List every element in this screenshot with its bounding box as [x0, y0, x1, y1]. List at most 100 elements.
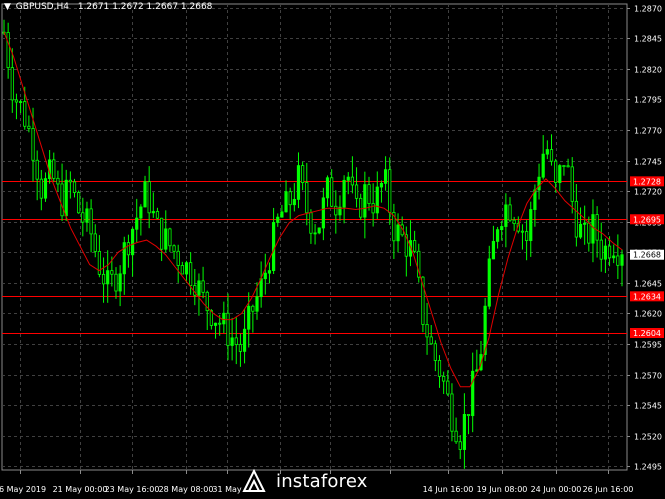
candle-body [230, 337, 234, 346]
chart-header: ▼ GBPUSD,H4 1.2671 1.2672 1.2667 1.2668 [4, 2, 212, 12]
candle-body [462, 413, 466, 450]
level-price-label: 1.2604 [633, 329, 661, 338]
y-tick-label: 1.2820 [634, 66, 662, 75]
candle-body [541, 153, 545, 178]
candle-body [31, 128, 35, 161]
x-tick-label: 19 Jun 08:00 [477, 485, 528, 494]
candle-body [23, 101, 27, 127]
candle-body [562, 165, 566, 167]
candle-body [425, 324, 429, 338]
candle-body [164, 228, 168, 250]
x-tick-label: 14 Jun 16:00 [423, 485, 474, 494]
candle-body [27, 125, 31, 129]
candle-body [180, 265, 184, 275]
candle-body [305, 182, 309, 214]
candle-body [595, 214, 599, 241]
candle-body [77, 192, 81, 214]
candle-body [491, 240, 496, 260]
candle-body [313, 232, 317, 235]
candle-body [147, 181, 151, 214]
candle-body [558, 165, 562, 183]
candle-body [242, 328, 247, 352]
candle-body [437, 360, 442, 377]
candle-body [172, 245, 176, 252]
candle-body [616, 255, 620, 266]
y-tick-label: 1.2870 [634, 5, 662, 14]
candle-body [64, 179, 68, 217]
x-tick-label: 23 May 16:00 [105, 485, 160, 494]
candle-body [189, 262, 193, 287]
x-tick-label: 28 May 08:00 [159, 485, 214, 494]
candle-body [396, 224, 400, 242]
candle-body [500, 226, 504, 231]
candle-body [520, 230, 525, 233]
candle-body [325, 177, 330, 199]
candle-body [620, 254, 624, 266]
instaforex-logo-icon [242, 468, 266, 492]
candle-body [429, 336, 433, 345]
candle-body [379, 182, 384, 188]
y-tick-label: 1.2520 [634, 433, 662, 442]
horizontal-levels [2, 181, 627, 334]
candle-body [271, 222, 276, 271]
candle-body [81, 212, 85, 223]
candle-body [388, 169, 392, 213]
x-tick-label: 31 May [212, 485, 242, 494]
candle-body [135, 217, 139, 230]
candle-body [168, 228, 172, 247]
candle-body [587, 222, 591, 244]
candle-body [599, 239, 603, 260]
candle-body [466, 413, 471, 417]
candle-body [85, 208, 89, 223]
candle-body [371, 203, 375, 214]
candle-body [101, 273, 106, 285]
watermark-text: instaforex [276, 470, 368, 492]
candle-body [570, 166, 574, 202]
candle-body [346, 176, 350, 181]
candle-body [259, 278, 263, 298]
y-tick-label: 1.2570 [634, 372, 662, 381]
candle-body [309, 212, 313, 234]
candle-body [213, 322, 218, 326]
candle-body [504, 204, 508, 227]
candle-body [39, 178, 43, 199]
candle-body [433, 343, 437, 361]
candle-body [60, 183, 64, 217]
candle-body [263, 272, 267, 280]
candle-body [151, 211, 155, 214]
candle-body [321, 197, 325, 229]
level-price-label: 1.2695 [633, 215, 661, 224]
y-tick-label: 1.2620 [634, 310, 662, 319]
candle-body [139, 206, 143, 219]
candle-body [114, 273, 118, 292]
candle-body [35, 159, 39, 180]
candle-body [288, 191, 292, 206]
candle-body [342, 179, 346, 208]
candle-body [226, 312, 230, 346]
x-tick-label: 26 Jun 16:00 [583, 485, 634, 494]
x-tick-label: 24 Jun 00:00 [531, 485, 582, 494]
candle-body [255, 296, 259, 312]
candle-body [359, 197, 363, 218]
candle-body [56, 177, 60, 185]
level-price-label: 1.2634 [633, 292, 661, 301]
candle-body [537, 176, 541, 191]
candle-body [363, 184, 367, 218]
candle-body [18, 101, 23, 103]
candle-body [118, 273, 122, 292]
candle-body [354, 184, 359, 199]
y-tick-label: 1.2545 [634, 402, 662, 411]
candle-body [603, 245, 608, 260]
ohlc-readout: 1.2671 1.2672 1.2667 1.2668 [77, 2, 213, 12]
candle-body [607, 245, 612, 259]
price-chart[interactable]: 1.2870 1.2845 1.2820 1.2795 1.2770 1.2745 1.27… [0, 0, 665, 499]
candle-body [160, 217, 164, 250]
candle-body [450, 393, 454, 432]
candle-body [578, 223, 583, 238]
y-tick-label: 1.2845 [634, 35, 662, 44]
dropdown-arrow-icon[interactable]: ▼ [4, 2, 11, 12]
candle-body [110, 270, 114, 275]
candle-body [155, 211, 160, 219]
symbol-label: GBPUSD,H4 [15, 2, 69, 12]
instaforex-watermark: instaforex [240, 466, 430, 496]
